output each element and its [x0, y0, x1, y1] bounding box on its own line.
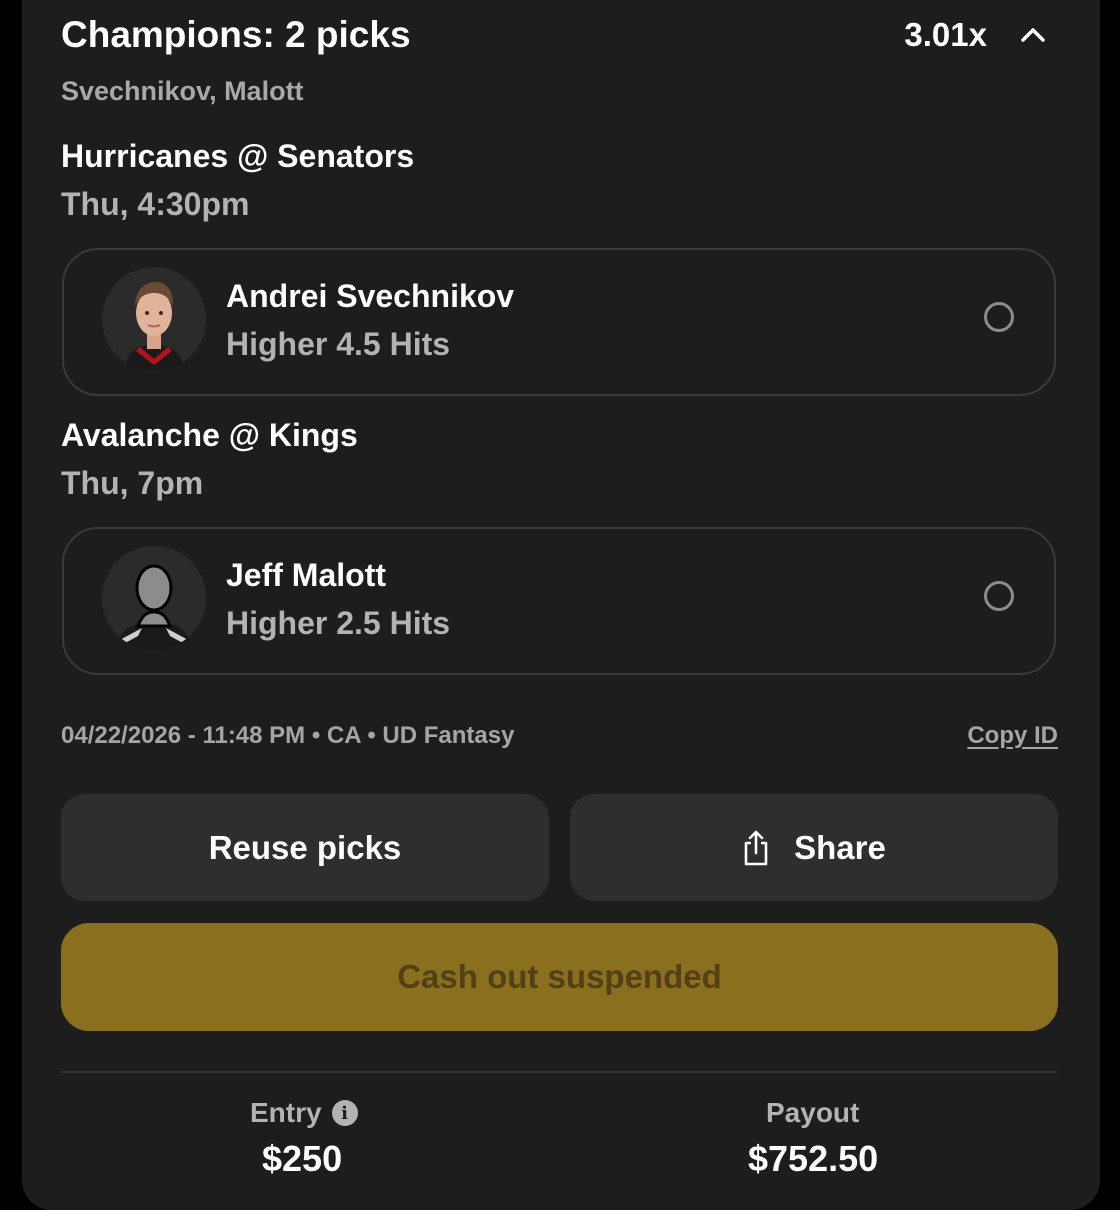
entry-label-group: Entry i [250, 1097, 358, 1129]
share-label: Share [794, 828, 886, 866]
player-photo-icon [102, 267, 206, 371]
pick-line: Higher 2.5 Hits [226, 605, 451, 641]
share-button[interactable]: Share [570, 794, 1058, 901]
payout-multiplier: 3.01x [904, 16, 987, 53]
radio-unchecked-icon [984, 302, 1014, 332]
cash-out-label: Cash out suspended [397, 958, 722, 995]
player-avatar [102, 267, 206, 371]
game-title: Avalanche @ Kings [61, 417, 358, 453]
pick-card[interactable]: Andrei Svechnikov Higher 4.5 Hits [62, 248, 1056, 396]
info-icon[interactable]: i [331, 1100, 358, 1126]
entry-label: Entry [250, 1097, 322, 1128]
share-icon [744, 830, 768, 865]
chevron-up-icon[interactable] [1018, 20, 1048, 50]
entry-title: Champions: 2 picks [61, 14, 411, 55]
players-summary: Svechnikov, Malott [61, 76, 304, 106]
player-name: Andrei Svechnikov [226, 278, 515, 314]
game-time: Thu, 7pm [61, 465, 204, 501]
cash-out-button[interactable]: Cash out suspended [61, 923, 1058, 1031]
player-avatar [102, 546, 206, 650]
copy-id-link[interactable]: Copy ID [967, 722, 1058, 750]
divider [61, 1071, 1058, 1073]
pick-line: Higher 4.5 Hits [226, 326, 451, 362]
player-name: Jeff Malott [226, 557, 386, 593]
game-time: Thu, 4:30pm [61, 186, 250, 222]
game-title: Hurricanes @ Senators [61, 138, 415, 174]
radio-unchecked-icon [984, 581, 1014, 611]
player-silhouette-icon [102, 546, 206, 650]
entry-meta: 04/22/2026 - 11:48 PM • CA • UD Fantasy [61, 722, 515, 749]
payout-value: $752.50 [748, 1138, 879, 1179]
payout-label: Payout [766, 1097, 860, 1128]
reuse-picks-button[interactable]: Reuse picks [61, 794, 549, 901]
reuse-picks-label: Reuse picks [208, 828, 402, 866]
pick-card[interactable]: Jeff Malott Higher 2.5 Hits [62, 527, 1056, 675]
entry-value: $250 [262, 1138, 343, 1179]
